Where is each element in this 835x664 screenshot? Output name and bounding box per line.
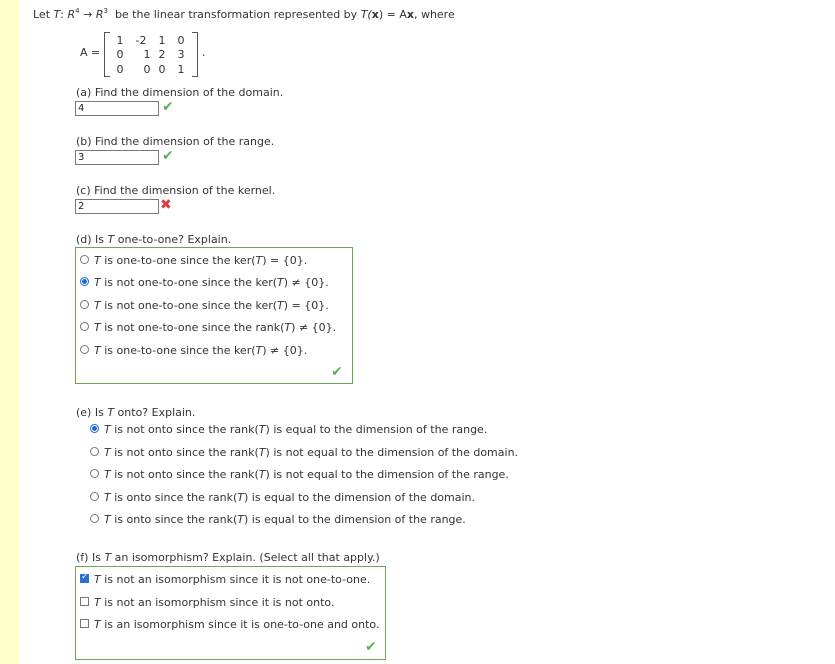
part-e-option-3-radio[interactable] <box>90 469 99 478</box>
matrix-period: . <box>202 46 206 59</box>
matrix-cell: -2 <box>135 34 147 47</box>
matrix-cell: 1 <box>158 34 166 47</box>
part-f-option-1-checkbox[interactable] <box>80 572 89 583</box>
part-d-option-1-radio[interactable] <box>80 255 89 264</box>
part-e-option-3-label: T is not onto since the rank(T) is not e… <box>104 468 509 481</box>
part-d-option-2-radio[interactable] <box>80 277 89 286</box>
part-d-option-3-radio[interactable] <box>80 300 89 309</box>
part-e-option-1-label: T is not onto since the rank(T) is equal… <box>104 423 488 436</box>
part-d-option-3-label: T is not one-to-one since the ker(T) = {… <box>94 299 329 312</box>
part-e-option-4-label: T is onto since the rank(T) is equal to … <box>104 491 476 504</box>
part-e-q-suffix: onto? Explain. <box>114 406 196 419</box>
matrix-cell: 1 <box>143 48 151 61</box>
part-d-option-2-label: T is not one-to-one since the ker(T) ≠ {… <box>94 276 329 289</box>
text-sup3: 3 <box>103 7 108 15</box>
x-icon: ✖ <box>160 197 172 213</box>
text-sup4: 4 <box>75 7 80 15</box>
text-colon: : <box>60 8 64 21</box>
check-icon: ✔ <box>331 364 343 380</box>
part-a-answer-input[interactable] <box>75 101 159 116</box>
part-e-option-5-label: T is onto since the rank(T) is equal to … <box>104 513 466 526</box>
part-f-q-suffix: an isomorphism? Explain. (Select all tha… <box>111 551 380 564</box>
matrix-cell: 2 <box>158 48 166 61</box>
matrix-label: A = <box>80 46 101 59</box>
matrix-cell: 0 <box>116 63 124 76</box>
text-intro-rest: be the linear transformation represented… <box>114 8 358 21</box>
part-e-option-5-radio[interactable] <box>90 514 99 523</box>
problem-statement: Let T: R4 → R3 be the linear transformat… <box>33 7 455 22</box>
part-d-option-1-label: T is one-to-one since the ker(T) = {0}. <box>94 254 308 267</box>
check-icon: ✔ <box>365 639 377 655</box>
part-f-question: (f) Is T an isomorphism? Explain. (Selec… <box>76 551 380 564</box>
part-d-options-box <box>75 247 353 384</box>
text-where: , where <box>413 8 455 21</box>
matrix-bracket-left <box>104 32 110 77</box>
part-f-option-2-checkbox[interactable] <box>80 597 89 606</box>
text-let: Let <box>33 8 51 21</box>
arrow-icon: → <box>83 8 93 21</box>
part-e-q-prefix: (e) Is <box>76 406 108 419</box>
left-margin-stripe <box>0 0 19 664</box>
matrix-cell: 0 <box>143 63 151 76</box>
part-f-q-prefix: (f) Is <box>76 551 105 564</box>
part-d-q-prefix: (d) Is <box>76 233 108 246</box>
part-d-q-suffix: one-to-one? Explain. <box>114 233 232 246</box>
part-f-option-3-checkbox[interactable] <box>80 619 89 628</box>
part-b-answer-input[interactable] <box>75 150 159 165</box>
part-e-option-2-radio[interactable] <box>90 447 99 456</box>
part-c-question: (c) Find the dimension of the kernel. <box>76 184 276 197</box>
matrix-cell: 1 <box>116 34 124 47</box>
part-b-question: (b) Find the dimension of the range. <box>76 135 275 148</box>
part-d-option-5-radio[interactable] <box>80 345 89 354</box>
text-Tx: T( <box>360 8 372 21</box>
text-x: x <box>371 8 379 21</box>
part-e-option-1-radio[interactable] <box>90 424 99 433</box>
text-x2: x <box>406 8 414 21</box>
part-d-question: (d) Is T one-to-one? Explain. <box>76 233 231 246</box>
matrix-A: 1 -2 1 0 0 1 2 3 0 0 0 1 <box>104 32 198 77</box>
matrix-cell: 3 <box>177 48 185 61</box>
part-e-option-2-label: T is not onto since the rank(T) is not e… <box>104 446 519 459</box>
part-f-option-2-label: T is not an isomorphism since it is not … <box>94 596 335 609</box>
matrix-cell: 0 <box>158 63 166 76</box>
text-eqAx: ) = A <box>378 8 407 21</box>
matrix-cell: 0 <box>177 34 185 47</box>
part-d-option-4-label: T is not one-to-one since the rank(T) ≠ … <box>94 321 337 334</box>
matrix-cell: 0 <box>116 48 124 61</box>
part-f-option-1-label: T is not an isomorphism since it is not … <box>94 573 371 586</box>
part-a-question: (a) Find the dimension of the domain. <box>76 86 284 99</box>
text-R4: R <box>67 8 76 21</box>
check-icon: ✔ <box>162 148 174 164</box>
part-c-answer-input[interactable] <box>75 199 159 214</box>
part-f-option-3-label: T is an isomorphism since it is one-to-o… <box>94 618 380 631</box>
part-d-option-5-label: T is one-to-one since the ker(T) ≠ {0}. <box>94 344 308 357</box>
check-icon: ✔ <box>162 99 174 115</box>
matrix-bracket-right <box>192 32 198 77</box>
part-e-option-4-radio[interactable] <box>90 492 99 501</box>
matrix-cell: 1 <box>177 63 185 76</box>
part-d-option-4-radio[interactable] <box>80 322 89 331</box>
part-e-question: (e) Is T onto? Explain. <box>76 406 195 419</box>
